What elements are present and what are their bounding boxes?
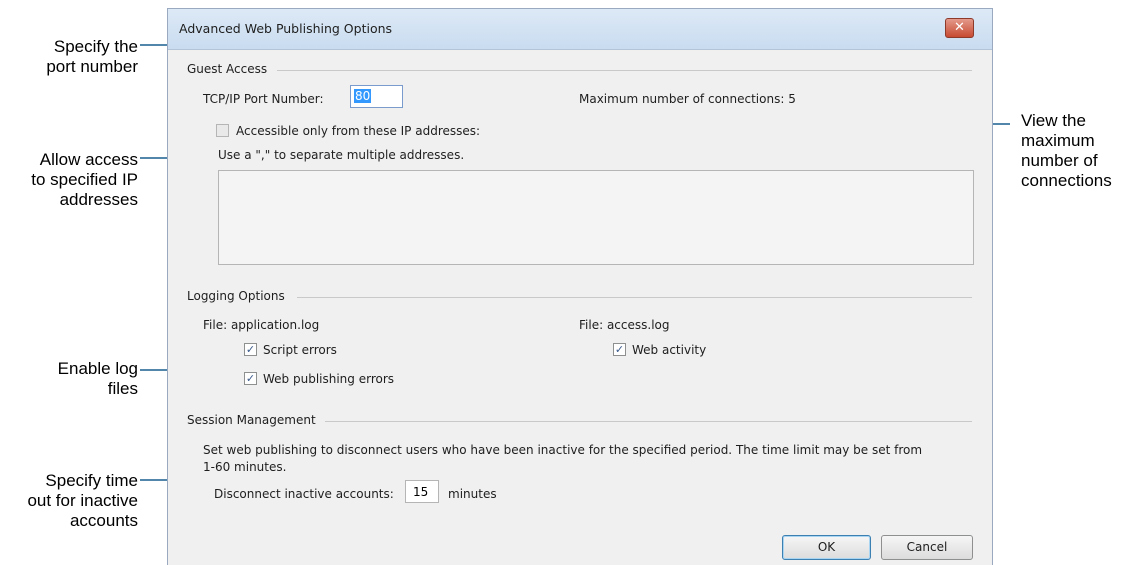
callout-logs: Enable log files xyxy=(57,359,138,398)
callout-port: Specify the port number xyxy=(46,37,138,76)
guest-access-group-label: Guest Access xyxy=(187,62,268,76)
script-errors-label: Script errors xyxy=(263,343,337,357)
application-log-label: File: application.log xyxy=(203,318,320,332)
logging-group-label: Logging Options xyxy=(187,289,285,303)
disconnect-label: Disconnect inactive accounts: xyxy=(214,487,394,501)
web-publishing-errors-label: Web publishing errors xyxy=(263,372,395,386)
ip-addresses-textarea[interactable] xyxy=(218,170,974,265)
web-activity-checkbox[interactable]: ✓ xyxy=(613,343,626,356)
minutes-label: minutes xyxy=(448,487,497,501)
callout-timeout: Specify time out for inactive accounts xyxy=(27,471,138,530)
session-description-line1: Set web publishing to disconnect users w… xyxy=(203,443,923,457)
dialog-body: Guest Access TCP/IP Port Number: 80 Maxi… xyxy=(168,50,992,565)
port-number-input[interactable]: 80 xyxy=(350,85,403,108)
ip-restrict-label: Accessible only from these IP addresses: xyxy=(236,124,481,138)
close-icon: ✕ xyxy=(954,20,965,35)
ip-hint-text: Use a "," to separate multiple addresses… xyxy=(218,148,465,162)
callout-ip: Allow access to specified IP addresses xyxy=(31,150,138,209)
cancel-button-label: Cancel xyxy=(906,540,948,554)
callout-max-connections: View the maximum number of connections xyxy=(1021,111,1112,190)
port-label: TCP/IP Port Number: xyxy=(203,92,324,106)
ip-restrict-checkbox[interactable] xyxy=(216,124,229,137)
advanced-web-publishing-dialog: Advanced Web Publishing Options ✕ Guest … xyxy=(167,8,993,565)
dialog-title: Advanced Web Publishing Options xyxy=(179,21,393,36)
access-log-label: File: access.log xyxy=(579,318,670,332)
port-number-value: 80 xyxy=(354,89,372,103)
disconnect-minutes-value: 15 xyxy=(413,485,429,499)
logging-divider xyxy=(297,297,972,298)
title-bar: Advanced Web Publishing Options ✕ xyxy=(168,9,992,50)
max-connections-label: Maximum number of connections: 5 xyxy=(579,92,796,106)
cancel-button[interactable]: Cancel xyxy=(881,535,973,560)
ok-button-label: OK xyxy=(817,540,836,554)
ok-button[interactable]: OK xyxy=(782,535,871,560)
session-group-label: Session Management xyxy=(187,413,316,427)
session-divider xyxy=(325,421,972,422)
web-activity-label: Web activity xyxy=(632,343,707,357)
web-publishing-errors-checkbox[interactable]: ✓ xyxy=(244,372,257,385)
session-description-line2: 1-60 minutes. xyxy=(203,460,287,474)
close-button[interactable]: ✕ xyxy=(945,18,974,38)
guest-access-divider xyxy=(277,70,972,71)
disconnect-minutes-input[interactable]: 15 xyxy=(405,480,439,503)
script-errors-checkbox[interactable]: ✓ xyxy=(244,343,257,356)
